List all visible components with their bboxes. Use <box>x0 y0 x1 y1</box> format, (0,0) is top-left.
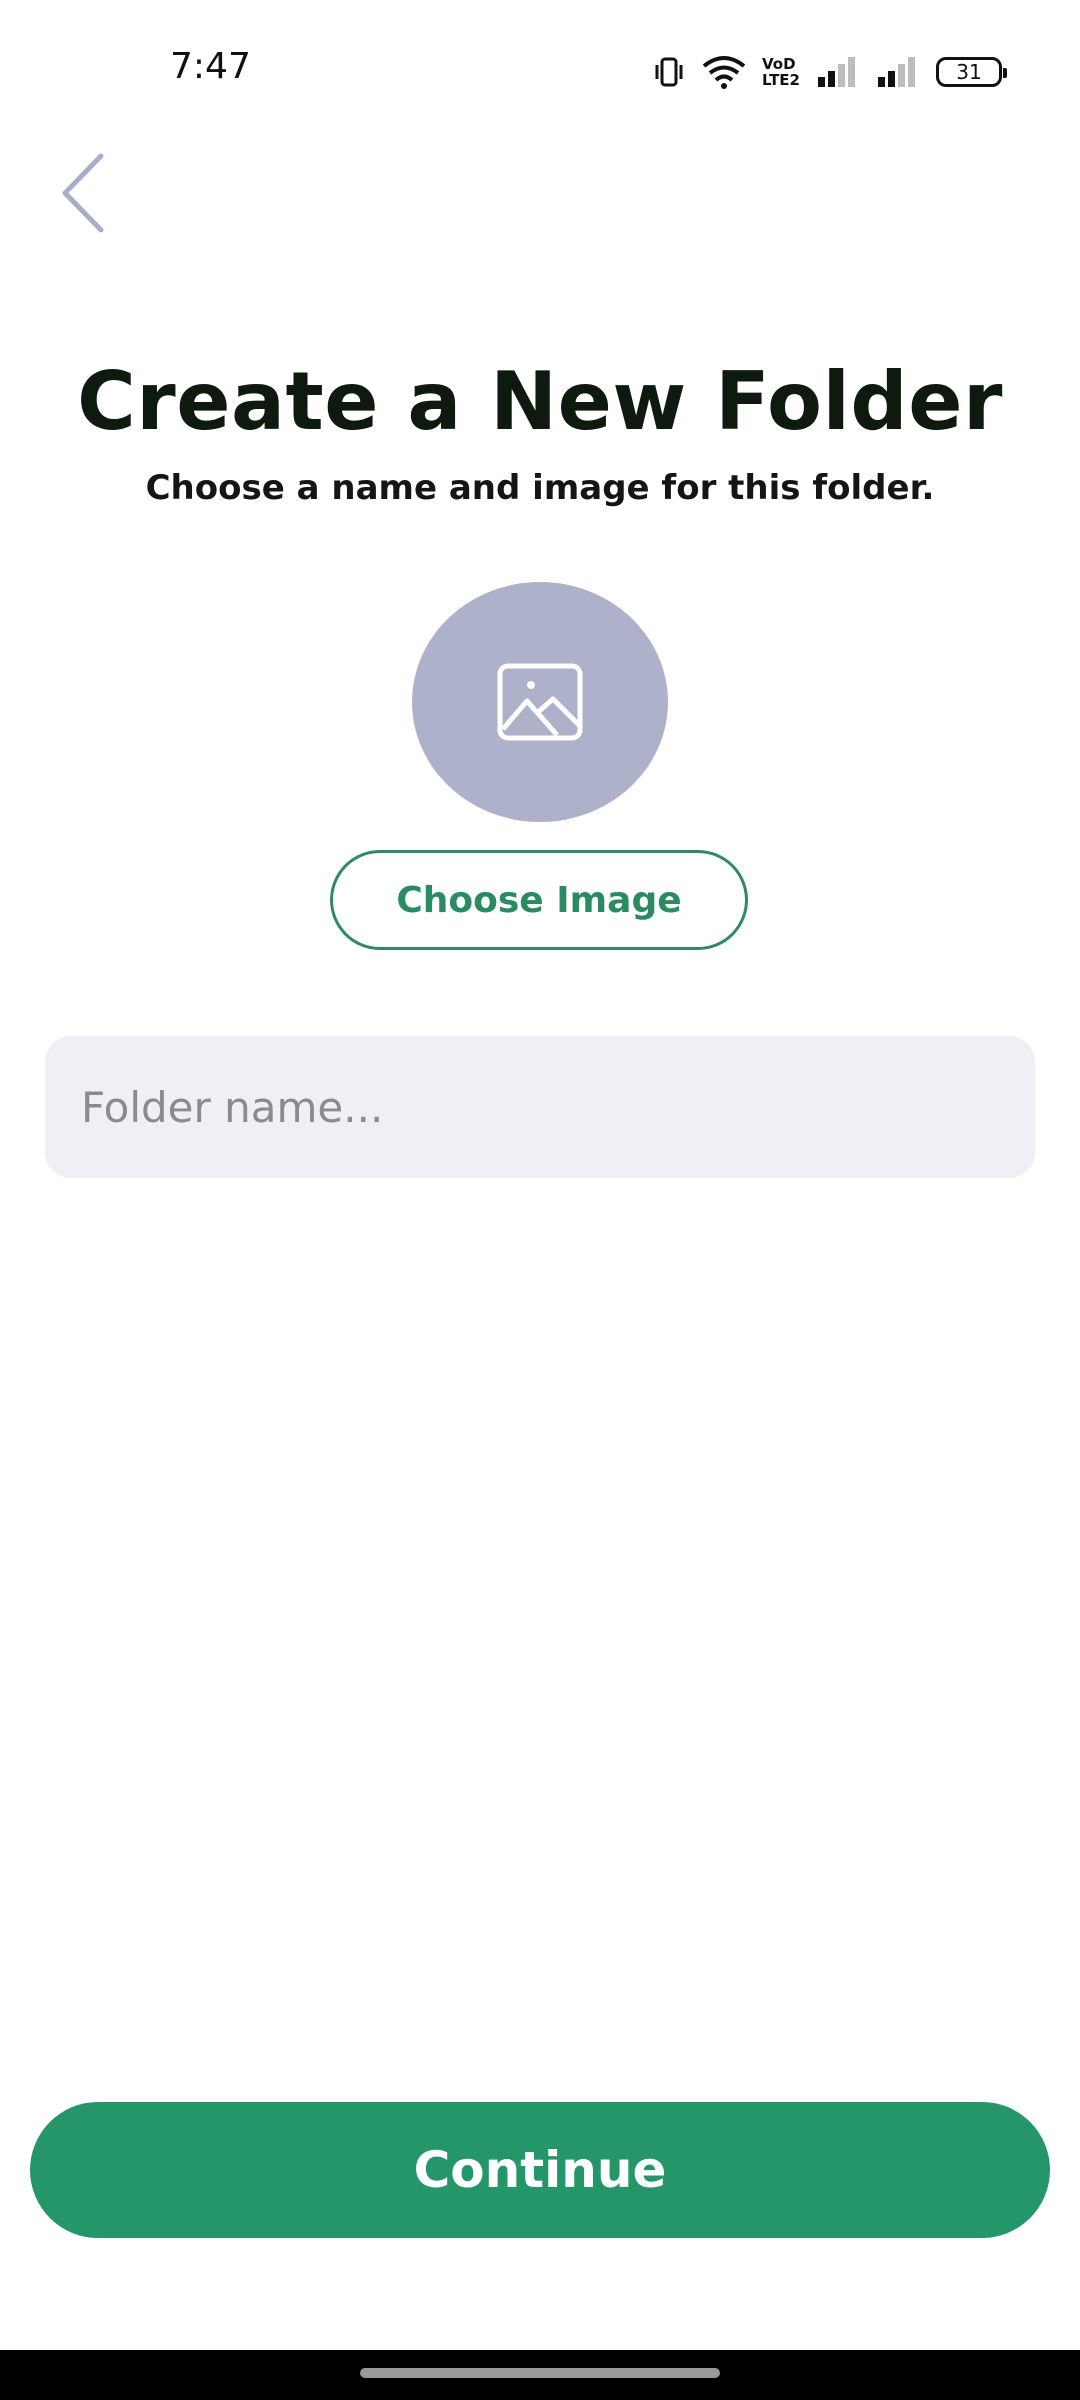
back-button[interactable] <box>52 150 112 236</box>
volte-bottom-text: LTE2 <box>762 71 800 89</box>
status-time: 7:47 <box>170 46 251 87</box>
home-indicator[interactable] <box>360 2368 720 2378</box>
status-icons: VoD LTE2 31 <box>652 52 1007 92</box>
navigation-bar <box>0 2350 1080 2400</box>
continue-button[interactable]: Continue <box>30 2102 1050 2238</box>
folder-image-placeholder[interactable] <box>412 582 668 822</box>
wifi-icon <box>702 54 746 90</box>
page-title: Create a New Folder <box>77 355 1003 448</box>
volte-icon: VoD LTE2 <box>762 56 800 88</box>
folder-name-field <box>45 1036 1035 1178</box>
status-bar: 7:47 VoD LTE2 31 <box>0 0 1080 140</box>
signal-icon <box>816 55 860 89</box>
folder-name-input[interactable] <box>45 1036 1035 1178</box>
volte-top-text: VoD <box>762 55 796 73</box>
image-icon <box>497 663 583 741</box>
page-subtitle: Choose a name and image for this folder. <box>145 468 935 508</box>
signal-icon <box>876 55 920 89</box>
choose-image-button[interactable]: Choose Image <box>330 850 748 950</box>
battery-icon: 31 <box>936 57 1007 87</box>
battery-level: 31 <box>956 60 982 84</box>
chevron-left-icon <box>62 153 104 233</box>
vibrate-icon <box>652 55 686 89</box>
